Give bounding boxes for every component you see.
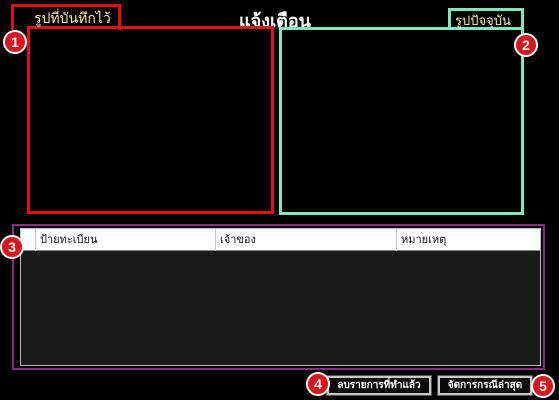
column-header-owner[interactable]: เจ้าของ — [216, 229, 397, 251]
recorded-image-panel — [27, 26, 274, 214]
callout-badge-1: 1 — [3, 30, 27, 54]
callout-badge-5: 5 — [531, 374, 555, 398]
current-panel-label: รูปปัจจุบัน — [455, 14, 511, 29]
column-header-note[interactable]: หมายเหตุ — [397, 229, 540, 251]
recorded-panel-label: รูปที่บันทึกไว้ — [34, 11, 111, 27]
callout-badge-4: 4 — [306, 372, 330, 396]
handle-latest-button[interactable]: จัดการกรณีล่าสุด — [437, 375, 533, 396]
callout-badge-3: 3 — [0, 235, 24, 259]
current-image-panel — [279, 27, 524, 215]
column-header-plate[interactable]: ป้ายทะเบียน — [36, 229, 216, 251]
alerts-table-header: ป้ายทะเบียน เจ้าของ หมายเหตุ — [21, 229, 540, 251]
callout-badge-2: 2 — [514, 33, 538, 57]
clear-done-button[interactable]: ลบรายการที่ทำแล้ว — [326, 375, 432, 396]
